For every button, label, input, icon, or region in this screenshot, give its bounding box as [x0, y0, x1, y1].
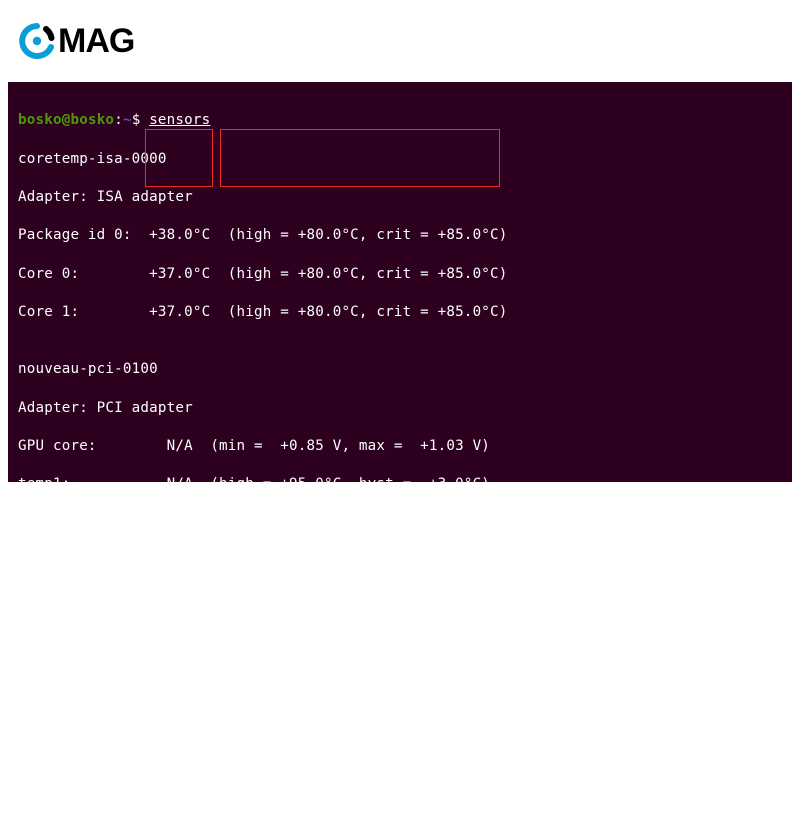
prompt-path: ~	[123, 112, 132, 128]
output-line: temp1: N/A (high = +95.0°C, hyst = +3.0°…	[18, 475, 782, 494]
prompt-colon: :	[114, 112, 123, 128]
terminal-window[interactable]: bosko@bosko:~$ sensors coretemp-isa-0000…	[8, 82, 792, 482]
output-line: Adapter: ACPI interface	[18, 648, 782, 667]
output-line: Adapter: PCI adapter	[18, 399, 782, 418]
output-line: GPU core: N/A (min = +0.85 V, max = +1.0…	[18, 437, 782, 456]
command-text: sensors	[149, 112, 210, 128]
brand-logo: MAG	[18, 22, 134, 61]
output-line: (emerg = +135.0°C, hyst = +5.0°C)	[18, 552, 782, 571]
prompt-line[interactable]: bosko@bosko:~$ sensors	[18, 111, 782, 130]
prompt-dollar: $	[132, 112, 141, 128]
brand-name: MAG	[58, 22, 134, 61]
logo-icon	[18, 22, 56, 60]
output-line: nouveau-pci-0100	[18, 360, 782, 379]
output-line: BAT0-acpi-0	[18, 610, 782, 629]
output-line: Core 1: +37.0°C (high = +80.0°C, crit = …	[18, 303, 782, 322]
output-line: (crit = +105.0°C, hyst = +5.0°C)	[18, 514, 782, 533]
output-line: in0: 12.06 V	[18, 686, 782, 705]
output-line: Adapter: ISA adapter	[18, 188, 782, 207]
output-line: curr1: 0.00 A	[18, 725, 782, 744]
page-header: MAG	[0, 0, 800, 82]
prompt-host: bosko	[70, 112, 114, 128]
output-line: Core 0: +37.0°C (high = +80.0°C, crit = …	[18, 265, 782, 284]
prompt-user: bosko	[18, 112, 62, 128]
output-line: coretemp-isa-0000	[18, 150, 782, 169]
output-line: Package id 0: +38.0°C (high = +80.0°C, c…	[18, 226, 782, 245]
